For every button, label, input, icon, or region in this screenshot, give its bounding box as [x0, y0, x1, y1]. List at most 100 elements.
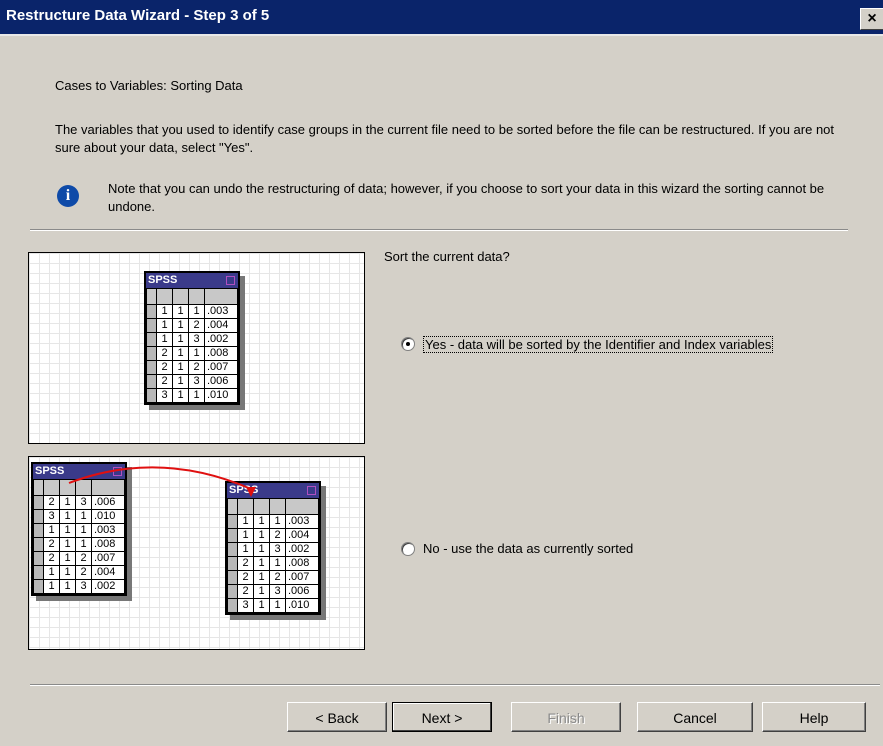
cancel-button[interactable]: Cancel	[637, 702, 753, 732]
window-title: Restructure Data Wizard - Step 3 of 5	[6, 7, 270, 24]
table-cell: 3	[188, 374, 205, 389]
row-header	[33, 579, 44, 594]
table-cell: .007	[285, 570, 319, 585]
table-cell: 1	[156, 332, 173, 347]
table-cell: .008	[285, 556, 319, 571]
radio-yes[interactable]	[401, 337, 415, 351]
row-header	[227, 584, 238, 599]
option-yes-label[interactable]: Yes - data will be sorted by the Identif…	[423, 336, 774, 353]
header-cell	[204, 288, 238, 305]
table-row: 2 1 1.008	[33, 537, 125, 552]
table-cell: .002	[285, 542, 319, 557]
table-row: 2 1 3.006	[227, 584, 319, 599]
table-cell: 1	[156, 304, 173, 319]
spss-window-sorted: SPSS 1 1 1.003 1 1 2.004 1 1 3.002 2 1 1.008 2 1 2.007…	[144, 271, 240, 405]
table-row: 3 1 1.010	[227, 598, 319, 613]
sort-arrow-icon	[68, 466, 256, 497]
table-cell: 1	[172, 332, 189, 347]
table-cell: 1	[172, 318, 189, 333]
table-cell: .004	[204, 318, 238, 333]
table-row: 2 1 1.008	[146, 346, 238, 361]
row-header	[227, 542, 238, 557]
row-header	[227, 570, 238, 585]
row-header	[146, 318, 157, 333]
sorting-illustration: SPSS 2 1 3.006 3 1 1.010 1 1 1.003 2 1 1.008 2 1 2.007…	[28, 456, 365, 650]
table-row: 2 1 3.006	[146, 374, 238, 389]
table-row: 1 1 2.004	[146, 318, 238, 333]
table-cell: 3	[156, 388, 173, 403]
row-header	[227, 598, 238, 613]
table-cell: 1	[253, 528, 270, 543]
table-cell: 1	[43, 579, 60, 594]
table-cell: .002	[91, 579, 125, 594]
radio-no[interactable]	[401, 542, 415, 556]
table-cell: .008	[204, 346, 238, 361]
table-cell: .003	[204, 304, 238, 319]
table-row: 1 1 2.004	[227, 528, 319, 543]
table-cell: 1	[188, 346, 205, 361]
table-row: 1 1 2.004	[33, 565, 125, 580]
table-row: 1 1 3.002	[146, 332, 238, 347]
table-cell: 2	[237, 570, 254, 585]
table-cell: .008	[91, 537, 125, 552]
help-button[interactable]: Help	[762, 702, 866, 732]
table-cell: 1	[59, 579, 76, 594]
table-row: 1 1 3.002	[227, 542, 319, 557]
table-cell: 3	[269, 584, 286, 599]
intro-text: The variables that you used to identify …	[55, 122, 835, 155]
table-cell: .007	[91, 551, 125, 566]
table-cell: 1	[269, 598, 286, 613]
table-cell: 3	[237, 598, 254, 613]
table-cell: .002	[204, 332, 238, 347]
next-button[interactable]: Next >	[392, 702, 492, 732]
table-cell: 1	[156, 318, 173, 333]
table-cell: 1	[237, 542, 254, 557]
divider-bottom	[30, 684, 880, 686]
table-cell: 1	[253, 598, 270, 613]
row-header	[146, 360, 157, 375]
table-cell: 2	[43, 551, 60, 566]
table-cell: 1	[172, 374, 189, 389]
table-cell: 1	[253, 556, 270, 571]
table-row: 2 1 2.007	[227, 570, 319, 585]
radio-selected-dot	[406, 342, 410, 346]
table-cell: 1	[172, 360, 189, 375]
table-cell: 1	[59, 551, 76, 566]
back-button[interactable]: < Back	[287, 702, 387, 732]
table-cell: .004	[285, 528, 319, 543]
table-cell: 2	[156, 374, 173, 389]
option-no-label[interactable]: No - use the data as currently sorted	[423, 541, 633, 556]
table-cell: 1	[172, 304, 189, 319]
table-cell: 3	[188, 332, 205, 347]
table-cell: .006	[204, 374, 238, 389]
table-header-row	[146, 288, 238, 305]
table-row: 2 1 1.008	[227, 556, 319, 571]
table-cell: .003	[91, 523, 125, 538]
row-header	[146, 346, 157, 361]
table-cell: 2	[269, 528, 286, 543]
table-cell: 1	[59, 523, 76, 538]
header-cell	[188, 288, 205, 305]
divider-top	[30, 229, 848, 231]
row-header	[146, 388, 157, 403]
header-cell	[156, 288, 173, 305]
title-bar: Restructure Data Wizard - Step 3 of 5 ×	[0, 0, 883, 36]
table-row: 3 1 1.010	[146, 388, 238, 403]
close-icon[interactable]: ×	[860, 8, 883, 30]
finish-button[interactable]: Finish	[511, 702, 621, 732]
row-header	[33, 537, 44, 552]
table-cell: 2	[156, 360, 173, 375]
table-cell: 2	[237, 584, 254, 599]
table-cell: .006	[285, 584, 319, 599]
table-cell: 1	[237, 528, 254, 543]
table-cell: 3	[75, 579, 92, 594]
table-cell: 2	[269, 570, 286, 585]
table-cell: 1	[253, 570, 270, 585]
table-cell: 1	[188, 388, 205, 403]
table-row: 2 1 2.007	[146, 360, 238, 375]
row-header	[227, 528, 238, 543]
table-cell: 1	[43, 523, 60, 538]
note-text: Note that you can undo the restructuring…	[108, 181, 825, 214]
table-cell: 2	[188, 318, 205, 333]
table-row: 1 1 1.003	[33, 523, 125, 538]
